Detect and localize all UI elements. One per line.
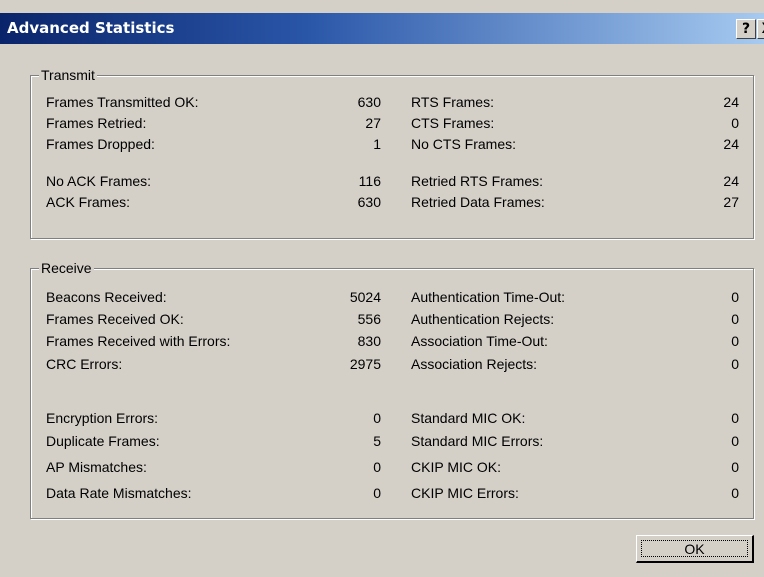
stat-label: RTS Frames: [411,94,494,110]
stat-label: Frames Dropped: [46,136,155,152]
stat-value: 5 [373,433,381,449]
stat-label: Retried Data Frames: [411,194,545,210]
stat-label: Standard MIC OK: [411,410,526,426]
transmit-stat-row: RTS Frames: 24 [411,94,739,112]
stat-label: Retried RTS Frames: [411,173,543,189]
transmit-group: Transmit Frames Transmitted OK: 630 Fram… [30,67,754,239]
receive-stat-row: Duplicate Frames: 5 [46,433,381,451]
stat-label: Encryption Errors: [46,410,159,426]
title-bar[interactable]: Advanced Statistics ? X [0,13,764,44]
stat-value: 0 [731,459,739,475]
stat-label: CKIP MIC Errors: [411,485,519,501]
receive-stat-row: Data Rate Mismatches: 0 [46,485,381,503]
stat-value: 0 [731,410,739,426]
ok-button-label: OK [641,540,748,557]
help-button[interactable]: ? [736,19,756,39]
receive-stat-row: CKIP MIC OK: 0 [411,459,739,477]
receive-stat-row: Standard MIC OK: 0 [411,410,739,428]
stat-value: 0 [731,115,739,131]
receive-stat-row: Association Time-Out: 0 [411,333,739,351]
stat-label: Frames Received with Errors: [46,333,231,349]
stat-label: No ACK Frames: [46,173,152,189]
transmit-group-label: Transmit [39,67,97,83]
transmit-stat-row: Retried RTS Frames: 24 [411,173,739,191]
stat-value: 0 [731,356,739,372]
dialog-title: Advanced Statistics [7,19,175,37]
stat-value: 0 [373,485,381,501]
stat-value: 0 [731,311,739,327]
stat-label: Authentication Time-Out: [411,289,566,305]
stat-label: Frames Retried: [46,115,147,131]
stat-label: ACK Frames: [46,194,131,210]
stat-value: 630 [357,194,381,210]
receive-stat-row: CKIP MIC Errors: 0 [411,485,739,503]
stat-label: AP Mismatches: [46,459,147,475]
transmit-stat-row: ACK Frames: 630 [46,194,381,212]
stat-label: Standard MIC Errors: [411,433,544,449]
stat-label: CRC Errors: [46,356,123,372]
stat-value: 0 [731,433,739,449]
stat-value: 116 [358,173,381,189]
stat-value: 556 [357,311,381,327]
stat-value: 0 [731,485,739,501]
stat-value: 27 [365,115,381,131]
stat-label: Data Rate Mismatches: [46,485,192,501]
stat-value: 0 [731,289,739,305]
stat-value: 830 [357,333,381,349]
stat-value: 24 [723,136,739,152]
advanced-statistics-dialog: Advanced Statistics ? X Transmit Frames … [0,0,764,577]
receive-stat-row: Frames Received with Errors: 830 [46,333,381,351]
receive-stat-row: Authentication Rejects: 0 [411,311,739,329]
stat-label: No CTS Frames: [411,136,517,152]
stat-label: Authentication Rejects: [411,311,555,327]
stat-label: CTS Frames: [411,115,495,131]
transmit-stat-row: No CTS Frames: 24 [411,136,739,154]
receive-group: Receive Beacons Received: 5024 Frames Re… [30,260,754,519]
transmit-stat-row: Frames Dropped: 1 [46,136,381,154]
stat-value: 0 [731,333,739,349]
receive-stat-row: Authentication Time-Out: 0 [411,289,739,307]
stat-value: 24 [723,173,739,189]
receive-stat-row: Frames Received OK: 556 [46,311,381,329]
stat-label: CKIP MIC OK: [411,459,501,475]
stat-value: 1 [373,136,381,152]
receive-stat-row: Encryption Errors: 0 [46,410,381,428]
stat-value: 630 [357,94,381,110]
stat-label: Beacons Received: [46,289,167,305]
transmit-stat-row: No ACK Frames: 116 [46,173,381,191]
receive-stat-row: CRC Errors: 2975 [46,356,381,374]
stat-label: Duplicate Frames: [46,433,160,449]
stat-value: 0 [373,410,381,426]
ok-button[interactable]: OK [636,535,754,563]
stat-label: Association Rejects: [411,356,538,372]
transmit-stat-row: Frames Retried: 27 [46,115,381,133]
receive-stat-row: Standard MIC Errors: 0 [411,433,739,451]
receive-stat-row: Association Rejects: 0 [411,356,739,374]
transmit-stat-row: Frames Transmitted OK: 630 [46,94,381,112]
transmit-stat-row: Retried Data Frames: 27 [411,194,739,212]
stat-value: 5024 [349,289,381,305]
stat-label: Association Time-Out: [411,333,548,349]
stat-value: 0 [373,459,381,475]
receive-stat-row: Beacons Received: 5024 [46,289,381,307]
receive-stat-row: AP Mismatches: 0 [46,459,381,477]
receive-group-label: Receive [39,260,94,276]
question-mark-icon: ? [741,21,751,37]
stat-value: 27 [723,194,739,210]
stat-label: Frames Received OK: [46,311,184,327]
close-button[interactable]: X [757,19,764,39]
stat-value: 24 [723,94,739,110]
stat-label: Frames Transmitted OK: [46,94,199,110]
transmit-stat-row: CTS Frames: 0 [411,115,739,133]
stat-value: 2975 [349,356,381,372]
